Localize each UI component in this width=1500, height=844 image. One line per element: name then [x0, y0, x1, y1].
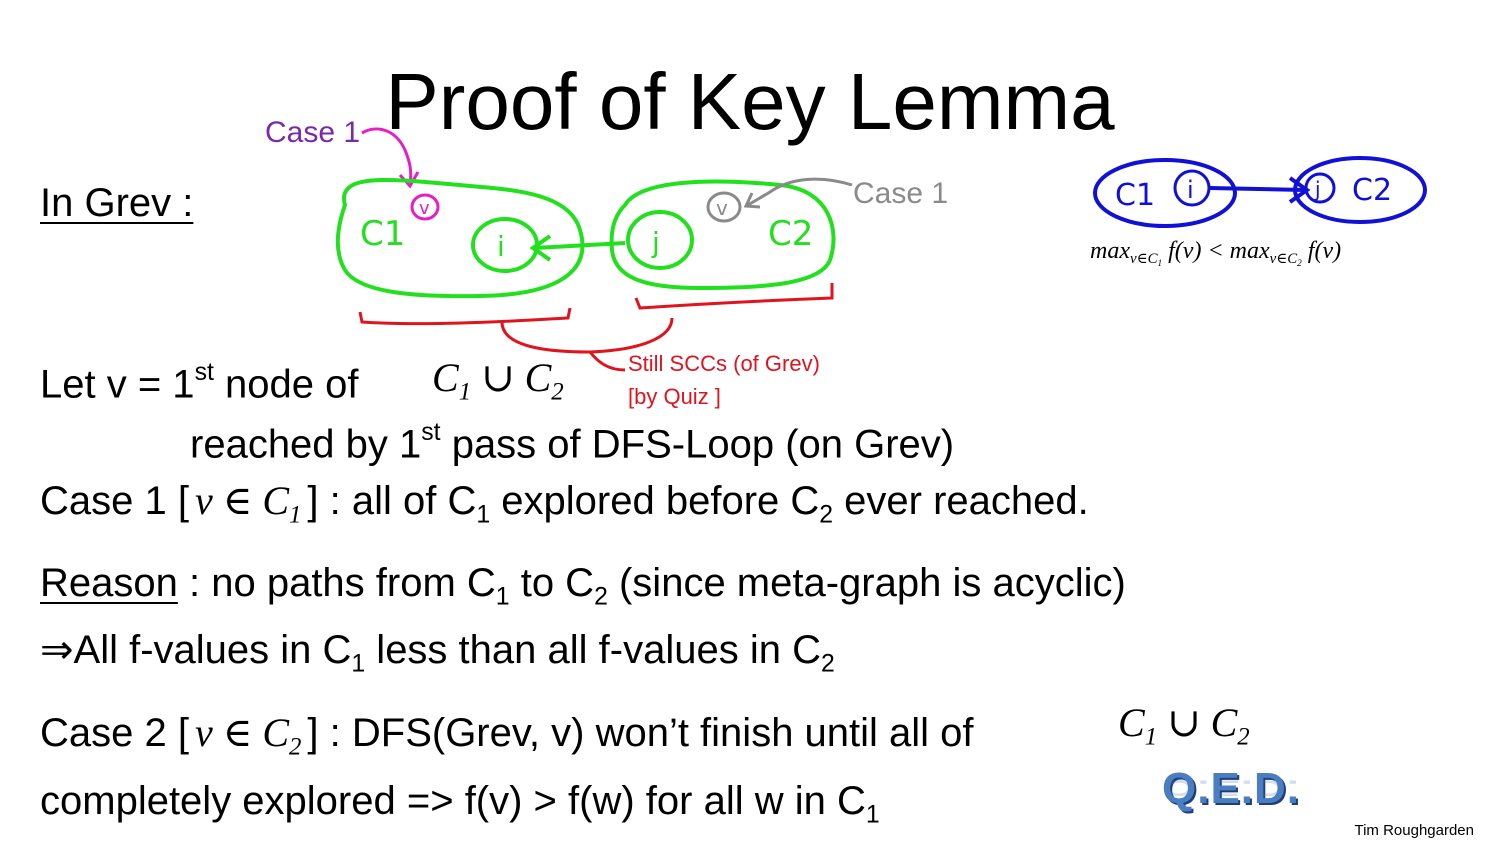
- author-credit: Tim Roughgarden: [1354, 822, 1474, 839]
- case2-line: Case 2 [v ∈ C2] : DFS(Grev, v) won’t fin…: [40, 710, 974, 761]
- magenta-v-label: v: [419, 198, 430, 219]
- side-c2-label: C2: [1352, 173, 1392, 208]
- side-j-label: j: [1314, 177, 1321, 201]
- node-j-label: j: [651, 226, 660, 259]
- still-sccs-line1: Still SCCs (of Grev): [628, 351, 820, 376]
- union-math-1: C1 ∪ C2: [432, 355, 564, 406]
- side-i-label: i: [1187, 176, 1194, 204]
- union-math-2: C1 ∪ C2: [1118, 700, 1250, 751]
- qed-reflection: Q.E.D.: [1162, 775, 1301, 801]
- still-sccs-line2: [by Quiz ]: [628, 384, 721, 409]
- side-c1-label: C1: [1115, 178, 1155, 213]
- case1-magenta-annotation: Case 1: [265, 116, 361, 149]
- reached-line: reached by 1st pass of DFS-Loop (on Grev…: [190, 419, 955, 467]
- reason-line: Reason : no paths from C1 to C2 (since m…: [40, 561, 1126, 611]
- node-i-label: i: [497, 230, 505, 263]
- completely-line: completely explored => f(v) > f(w) for a…: [40, 779, 880, 829]
- case1-line: Case 1 [v ∈ C1] : all of C1 explored bef…: [40, 478, 1089, 529]
- side-formula: maxv∈C1 f(v) < maxv∈C2 f(v): [1090, 238, 1342, 269]
- let-v-line: Let v = 1st node of: [40, 359, 359, 407]
- gray-v-label: v: [716, 196, 728, 220]
- c1-blob-label: C1: [360, 214, 405, 254]
- implies-line: ⇒All f-values in C1 less than all f-valu…: [40, 628, 835, 678]
- case1-gray-annotation: Case 1: [853, 177, 949, 210]
- c2-blob-label: C2: [768, 214, 813, 254]
